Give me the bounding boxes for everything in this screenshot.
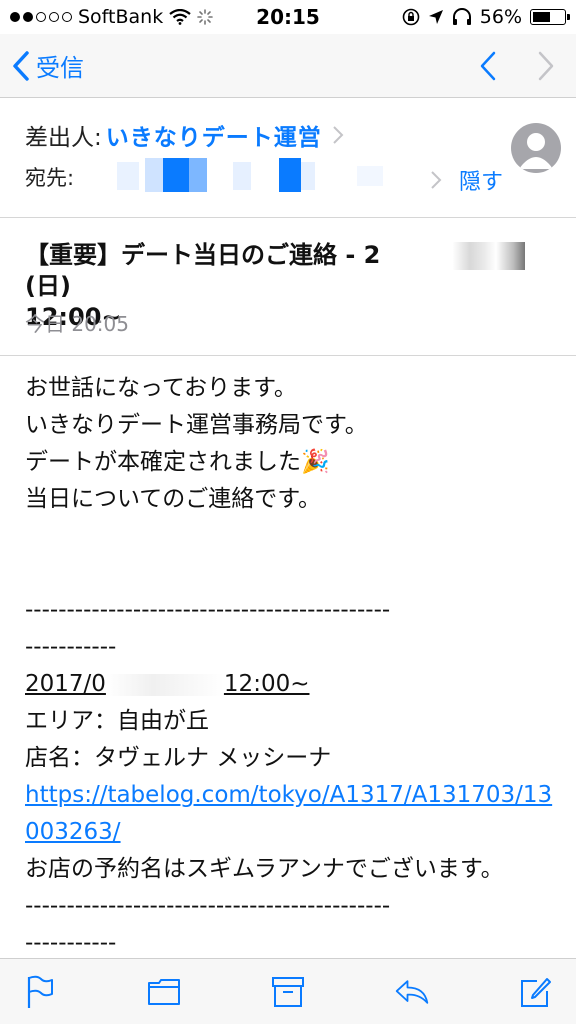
wifi-icon: [169, 9, 191, 25]
hide-details-button[interactable]: 隠す: [459, 164, 503, 196]
status-bar: SoftBank 20:15 56%: [0, 0, 576, 34]
divider-short-2: -----------: [25, 930, 117, 956]
body-line-reservation: お店の予約名はスギムラアンナでございます。: [25, 856, 504, 882]
date-prefix: 2017/0: [25, 671, 106, 697]
body-line-sender: いきなりデート運営事務局です。: [25, 412, 368, 438]
message-navigation: [476, 48, 558, 84]
body-line-confirmed: デートが本確定されました🎉: [25, 449, 330, 475]
status-right: 56%: [402, 6, 570, 28]
body-line-area: エリア：自由が丘: [25, 708, 209, 734]
from-row[interactable]: 差出人: いきなりデート運営: [25, 118, 344, 152]
move-to-folder-button[interactable]: [146, 974, 182, 1010]
back-chevron-icon: [13, 50, 29, 81]
message-header: 差出人: いきなりデート運営 宛先: 隠す: [0, 98, 576, 218]
body-line-date[interactable]: 2017/0 12:00~: [25, 666, 560, 703]
archive-button[interactable]: [270, 974, 306, 1010]
flag-button[interactable]: [22, 974, 58, 1010]
archive-icon: [272, 976, 304, 1007]
bottom-toolbar: [0, 958, 576, 1024]
subject-part1: 【重要】デート当日のご連絡 - 2: [25, 241, 381, 269]
compose-icon: [521, 977, 551, 1007]
subject-blurred: [380, 242, 526, 270]
body-line-greeting: お世話になっております。: [25, 375, 297, 401]
battery-icon: [530, 9, 570, 25]
date-suffix: 12:00~: [223, 671, 310, 697]
message-date: 今日 20:05: [25, 312, 129, 336]
chevron-right-icon: [333, 126, 344, 144]
reply-button[interactable]: [394, 974, 430, 1010]
flag-icon: [27, 975, 53, 1008]
subject-area: 【重要】デート当日のご連絡 - 2(日) 12:00~ 今日 20:05: [0, 218, 576, 356]
folder-icon: [148, 978, 180, 1005]
restaurant-link[interactable]: https://tabelog.com/tokyo/A1317/A131703/…: [25, 777, 560, 851]
back-button[interactable]: 受信: [12, 48, 84, 83]
sender-name[interactable]: いきなりデート運営: [106, 118, 322, 152]
activity-icon: [197, 9, 214, 25]
navigation-bar: 受信: [0, 34, 576, 98]
body-line-notice: 当日についてのご連絡です。: [25, 486, 322, 512]
divider-long: ----------------------------------------…: [25, 597, 391, 623]
battery-percent: 56%: [479, 6, 522, 28]
divider-long-2: ----------------------------------------…: [25, 893, 391, 919]
location-icon: [428, 10, 443, 24]
down-arrow-icon: [538, 51, 554, 81]
date-blurred: [105, 673, 224, 696]
divider-short: -----------: [25, 634, 117, 660]
from-label: 差出人:: [25, 125, 102, 151]
chevron-right-icon: [431, 171, 442, 189]
back-label: 受信: [36, 54, 84, 82]
next-message-button[interactable]: [534, 48, 558, 84]
to-label: 宛先:: [25, 166, 75, 190]
previous-message-button[interactable]: [476, 48, 500, 84]
compose-button[interactable]: [518, 974, 554, 1010]
up-arrow-icon: [480, 51, 496, 81]
signal-dots-icon: [10, 12, 72, 22]
avatar-icon[interactable]: [511, 123, 561, 173]
message-body: お世話になっております。 いきなりデート運営事務局です。 デートが本確定されまし…: [25, 370, 560, 962]
subject-part2: (日): [25, 272, 71, 300]
recipient-blurred: [105, 156, 425, 196]
body-line-shop: 店名：タヴェルナ メッシーナ: [25, 745, 332, 771]
status-left: SoftBank: [10, 6, 402, 28]
headphones-icon: [452, 8, 471, 25]
orientation-lock-icon: [402, 8, 420, 26]
reply-icon: [395, 979, 429, 1004]
carrier-name: SoftBank: [78, 6, 164, 28]
